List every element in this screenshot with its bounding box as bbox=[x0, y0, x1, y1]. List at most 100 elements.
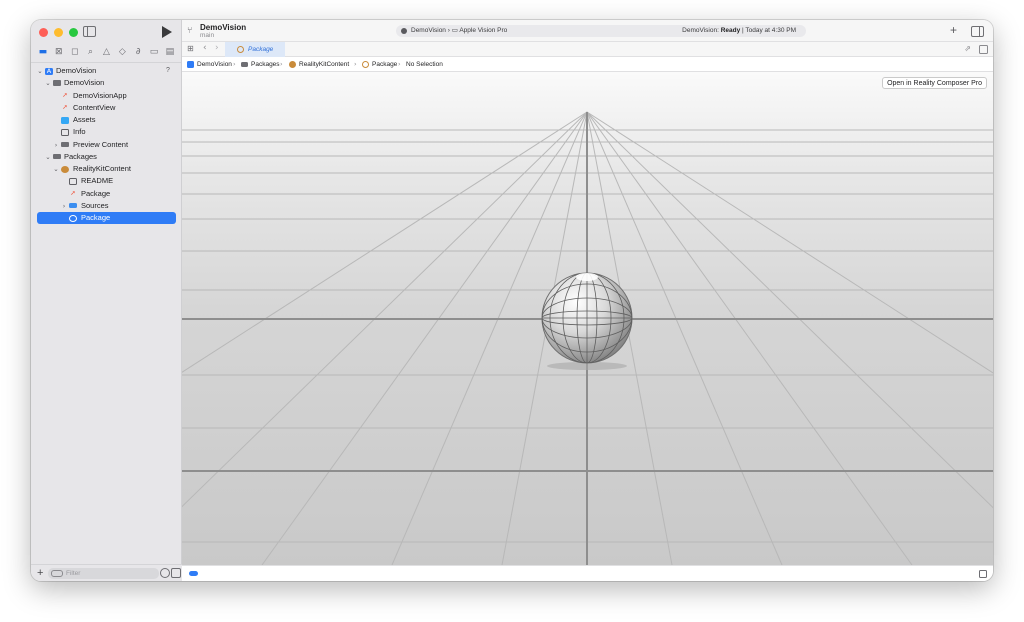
breadcrumb-separator: › bbox=[398, 60, 401, 68]
chevron-down-icon[interactable]: ⌄ bbox=[52, 163, 60, 175]
scheme-name[interactable]: DemoVision bbox=[411, 27, 446, 34]
search-icon[interactable]: ⌕ bbox=[86, 47, 96, 57]
inspector-toggle-icon[interactable] bbox=[971, 26, 984, 37]
breadcrumb: DemoVision › Packages › RealityKitConten… bbox=[182, 57, 993, 72]
tree-item-demovision-group[interactable]: ⌄ DemoVision bbox=[31, 77, 182, 89]
close-window-button[interactable] bbox=[39, 28, 48, 37]
package-icon bbox=[237, 46, 244, 53]
build-status: DemoVision: Ready | Today at 4:30 PM bbox=[682, 25, 796, 37]
activity-view: DemoVision › ▭ Apple Vision Pro DemoVisi… bbox=[396, 25, 806, 37]
tree-item-label: Package bbox=[81, 188, 111, 198]
chevron-down-icon[interactable]: ⌄ bbox=[44, 151, 52, 163]
tree-item-sources[interactable]: › Sources bbox=[31, 200, 182, 212]
open-in-reality-composer-button[interactable]: Open in Reality Composer Pro bbox=[882, 77, 987, 89]
tree-item-label: Assets bbox=[73, 115, 96, 124]
package-icon bbox=[69, 214, 77, 222]
debug-icon[interactable]: ∂ bbox=[133, 47, 143, 57]
recent-files-icon[interactable] bbox=[160, 568, 170, 578]
tree-item-demovisionapp[interactable]: ➚ DemoVisionApp bbox=[31, 90, 182, 102]
breadcrumb-item[interactable]: No Selection bbox=[406, 57, 443, 72]
status-prefix: DemoVision: bbox=[682, 27, 719, 34]
tree-item-contentview[interactable]: ➚ ContentView bbox=[31, 102, 182, 114]
reality-viewport[interactable]: Open in Reality Composer Pro bbox=[182, 72, 993, 565]
project-title[interactable]: DemoVision bbox=[200, 23, 246, 32]
tree-item-realitykitcontent[interactable]: ⌄ RealityKitContent bbox=[31, 163, 182, 175]
tree-item-package-selected[interactable]: Package bbox=[37, 212, 176, 225]
chevron-down-icon[interactable]: ⌄ bbox=[44, 77, 52, 89]
divider bbox=[31, 62, 181, 63]
source-control-filter-icon[interactable] bbox=[171, 568, 181, 578]
status-state: Ready bbox=[720, 27, 741, 34]
tree-item-label: Package bbox=[81, 213, 111, 222]
tree-item-label: DemoVisionApp bbox=[73, 90, 127, 100]
plist-icon bbox=[61, 128, 69, 136]
forward-arrow-icon[interactable]: › bbox=[215, 43, 219, 53]
package-icon bbox=[289, 61, 296, 68]
filter-input[interactable]: Filter bbox=[48, 568, 159, 579]
expand-arrows-icon[interactable]: ⇗ bbox=[964, 44, 971, 53]
tree-item-label: Info bbox=[73, 127, 86, 137]
tree-item-label: DemoVision bbox=[56, 66, 97, 75]
scheme-selector[interactable]: DemoVision › ▭ Apple Vision Pro bbox=[411, 25, 507, 37]
folder-navigator-icon[interactable]: ▬ bbox=[38, 47, 48, 57]
run-button[interactable] bbox=[162, 26, 172, 38]
tree-item-package-swift[interactable]: ➚ Package bbox=[31, 188, 182, 200]
editor-tab-bar: ⊞ ‹ › Package ⇗ bbox=[182, 42, 993, 57]
breadcrumb-item[interactable]: RealityKitContent bbox=[299, 57, 349, 72]
bookmark-icon[interactable]: ◻ bbox=[70, 47, 80, 57]
breadcrumb-item[interactable]: Packages bbox=[251, 57, 280, 72]
chevron-right-icon[interactable]: › bbox=[60, 200, 68, 212]
tree-item-info[interactable]: Info bbox=[31, 126, 182, 138]
back-arrow-icon[interactable]: ‹ bbox=[203, 43, 207, 53]
asset-catalog-icon bbox=[61, 116, 69, 124]
tree-item-label: Preview Content bbox=[73, 139, 129, 149]
swift-file-icon: ➚ bbox=[62, 103, 68, 112]
package-icon bbox=[362, 61, 369, 68]
report-icon[interactable]: ▤ bbox=[165, 47, 175, 57]
sphere-model[interactable] bbox=[541, 272, 633, 370]
test-icon[interactable]: ◇ bbox=[117, 47, 127, 57]
filter-options-icon[interactable] bbox=[51, 570, 63, 577]
warning-icon[interactable]: △ bbox=[101, 47, 111, 57]
floor-grid bbox=[182, 111, 993, 565]
xcode-window: ▬ ⊠ ◻ ⌕ △ ◇ ∂ ▭ ▤ ⌄ A DemoVision ? ⌄ Dem… bbox=[31, 20, 993, 581]
filter-placeholder: Filter bbox=[66, 570, 81, 577]
window-toolbar: ⑂ DemoVision main DemoVision › ▭ Apple V… bbox=[182, 20, 993, 42]
add-file-button[interactable]: + bbox=[37, 567, 43, 579]
folder-icon bbox=[61, 141, 69, 148]
swift-file-icon: ➚ bbox=[62, 91, 68, 99]
panel-toggle-icon[interactable] bbox=[979, 570, 987, 578]
zoom-window-button[interactable] bbox=[69, 28, 78, 37]
tree-item-readme[interactable]: README bbox=[31, 175, 182, 187]
tree-item-label: DemoVision bbox=[64, 78, 105, 88]
filter-bar: + Filter bbox=[31, 564, 182, 581]
chevron-right-icon[interactable]: › bbox=[52, 139, 60, 151]
tree-item-project-root[interactable]: ⌄ A DemoVision ? bbox=[31, 65, 182, 77]
source-control-icon[interactable]: ⊠ bbox=[54, 47, 64, 57]
related-items-icon[interactable]: ⊞ bbox=[187, 44, 194, 53]
tab-package[interactable]: Package bbox=[225, 42, 285, 57]
breadcrumb-item[interactable]: Package bbox=[372, 57, 397, 72]
breadcrumb-separator: › bbox=[233, 60, 236, 68]
tree-item-preview-content[interactable]: › Preview Content bbox=[31, 139, 182, 151]
tree-item-label: Packages bbox=[64, 151, 97, 161]
sidebar-toggle-icon[interactable] bbox=[83, 26, 96, 37]
app-icon: A bbox=[45, 66, 53, 75]
destination-name[interactable]: Apple Vision Pro bbox=[459, 27, 507, 34]
navigator-sidebar: ▬ ⊠ ◻ ⌕ △ ◇ ∂ ▭ ▤ ⌄ A DemoVision ? ⌄ Dem… bbox=[31, 20, 182, 581]
folder-icon bbox=[69, 202, 77, 209]
branch-name[interactable]: main bbox=[200, 32, 214, 39]
tab-label: Package bbox=[248, 46, 274, 53]
tree-item-assets[interactable]: Assets bbox=[31, 114, 182, 126]
package-icon bbox=[61, 165, 69, 173]
breadcrumb-item[interactable]: DemoVision bbox=[197, 57, 232, 72]
breakpoint-icon[interactable]: ▭ bbox=[149, 47, 159, 57]
tree-item-label: Sources bbox=[81, 200, 109, 210]
add-editor-icon[interactable] bbox=[979, 45, 988, 54]
toggle-icon[interactable] bbox=[189, 571, 198, 576]
chevron-down-icon[interactable]: ⌄ bbox=[36, 65, 44, 77]
minimize-window-button[interactable] bbox=[54, 28, 63, 37]
tree-item-packages[interactable]: ⌄ Packages bbox=[31, 151, 182, 163]
status-badge: ? bbox=[166, 67, 170, 74]
add-library-button[interactable]: + bbox=[950, 23, 957, 37]
